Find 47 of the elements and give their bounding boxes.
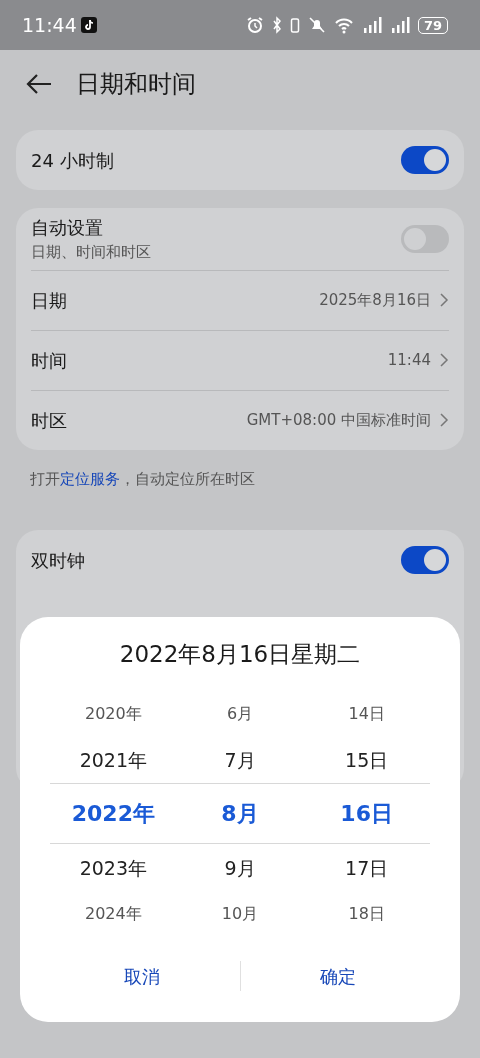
wifi-icon <box>333 16 354 34</box>
mute-icon <box>307 16 326 34</box>
setting-label: 双时钟 <box>31 548 86 573</box>
location-service-link[interactable]: 定位服务 <box>60 469 120 488</box>
picker-option[interactable]: 17日 <box>303 844 430 892</box>
vibrate-icon <box>289 16 300 34</box>
cancel-button[interactable]: 取消 <box>44 961 240 991</box>
setting-label: 时区 <box>31 408 68 433</box>
setting-value: 11:44 <box>387 349 431 371</box>
picker-option[interactable]: 8月 <box>176 783 304 844</box>
battery-level: 79 <box>417 16 448 34</box>
picker-option[interactable]: 2020年 <box>50 690 177 738</box>
picker-option[interactable]: 18日 <box>303 892 430 936</box>
signal-icon <box>389 16 410 34</box>
setting-label: 24 小时制 <box>31 148 115 173</box>
bluetooth-icon <box>271 16 282 34</box>
chevron-icon <box>439 412 449 428</box>
picker-option[interactable]: 10月 <box>176 892 304 936</box>
setting-label: 时间 <box>31 348 68 373</box>
toggle-switch[interactable] <box>401 146 449 174</box>
footnote-text: 打开定位服务，自动定位所在时区 <box>30 468 256 490</box>
picker-option[interactable]: 2023年 <box>50 844 177 892</box>
picker-option[interactable]: 7月 <box>176 738 304 783</box>
picker-option[interactable]: 9月 <box>176 844 304 892</box>
toggle-switch[interactable] <box>401 546 449 574</box>
setting-value: 2025年8月16日 <box>319 289 431 311</box>
chevron-icon <box>439 352 449 368</box>
picker-option[interactable]: 2022年 <box>50 783 177 844</box>
picker-option[interactable]: 14日 <box>303 690 430 738</box>
chevron-icon <box>439 292 449 308</box>
picker-option[interactable]: 2024年 <box>50 892 177 936</box>
page-title: 日期和时间 <box>76 69 196 100</box>
picker-option[interactable]: 15日 <box>303 738 430 783</box>
setting-description: 日期、时间和时区 <box>31 242 152 263</box>
setting-value: GMT+08:00 中国标准时间 <box>246 409 431 431</box>
setting-label: 日期 <box>31 288 68 313</box>
dialog-title: 2022年8月16日星期二 <box>118 640 362 669</box>
picker-option[interactable]: 2021年 <box>50 738 177 783</box>
app-notification-icon <box>80 17 97 33</box>
signal-icon <box>361 16 382 34</box>
picker-option[interactable]: 16日 <box>303 783 430 844</box>
back-icon[interactable] <box>26 73 52 95</box>
alarm-icon <box>245 16 264 34</box>
picker-option[interactable]: 6月 <box>176 690 304 738</box>
confirm-button[interactable]: 确定 <box>240 961 436 991</box>
status-time: 11:44 <box>22 12 77 38</box>
setting-label: 自动设置 <box>31 216 104 240</box>
